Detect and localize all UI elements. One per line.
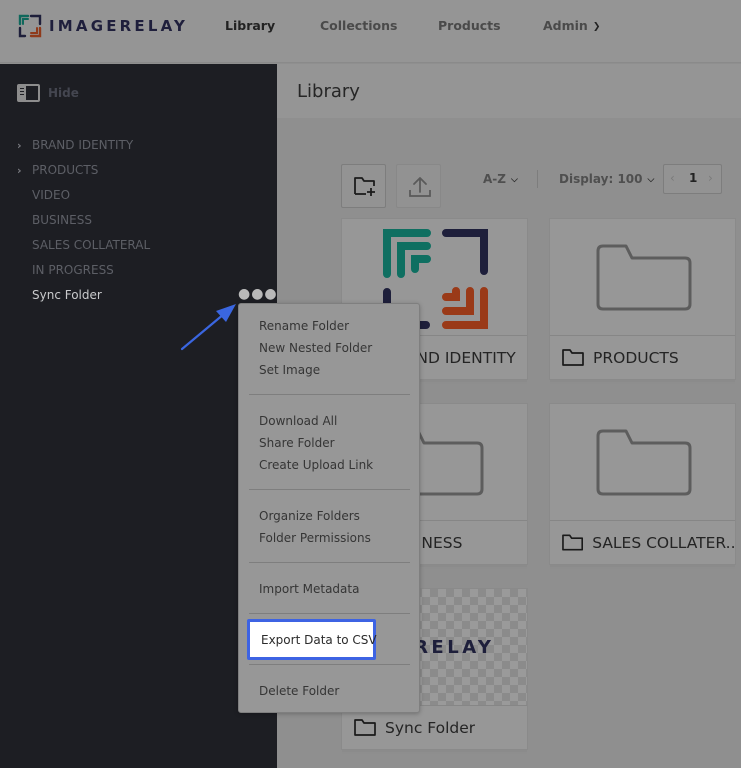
menu-item-import-metadata[interactable]: Import Metadata bbox=[259, 582, 359, 596]
folder-label: PRODUCTS bbox=[32, 163, 99, 177]
menu-item-create-upload-link[interactable]: Create Upload Link bbox=[259, 458, 373, 472]
highlighted-menu-item[interactable]: Export Data to CSV bbox=[247, 619, 377, 660]
logo-wordmark: IMAGERELAY bbox=[49, 17, 189, 35]
hide-label: Hide bbox=[48, 86, 79, 100]
sidebar-toggle-icon bbox=[17, 84, 40, 102]
folder-plus-icon bbox=[354, 177, 375, 196]
folder-caption: PRODUCTS bbox=[550, 335, 735, 379]
menu-item-folder-permissions[interactable]: Folder Permissions bbox=[259, 531, 371, 545]
hide-sidebar-button[interactable]: Hide bbox=[17, 84, 79, 102]
nav-collections[interactable]: Collections bbox=[320, 18, 397, 33]
folder-label: IN PROGRESS bbox=[32, 263, 114, 277]
menu-item-new-nested-folder[interactable]: New Nested Folder bbox=[259, 341, 372, 355]
page-title: Library bbox=[297, 81, 360, 102]
sidebar-folder-in-progress[interactable]: IN PROGRESS bbox=[0, 258, 277, 283]
folder-card-sales-collateral[interactable]: SALES COLLATER... bbox=[549, 403, 736, 565]
folder-icon bbox=[562, 349, 584, 366]
sidebar-folder-brand-identity[interactable]: › BRAND IDENTITY bbox=[0, 133, 277, 158]
imagerelay-logo-icon bbox=[18, 14, 42, 38]
folder-label: BRAND IDENTITY bbox=[32, 138, 134, 152]
sort-dropdown[interactable]: A-Z ⌵ bbox=[483, 172, 518, 186]
folder-name: Sync Folder bbox=[385, 718, 476, 737]
folder-tree: › BRAND IDENTITY › PRODUCTS VIDEO BUSINE… bbox=[0, 133, 277, 308]
sidebar-folder-sales-collateral[interactable]: SALES COLLATERAL bbox=[0, 233, 277, 258]
display-count-dropdown[interactable]: Display: 100 ⌵ bbox=[559, 172, 654, 186]
annotation-arrow-icon bbox=[180, 304, 236, 351]
menu-item-share-folder[interactable]: Share Folder bbox=[259, 436, 335, 450]
toolbar-divider bbox=[537, 170, 538, 188]
ellipsis-icon[interactable]: ●●● bbox=[238, 287, 278, 301]
menu-divider bbox=[249, 562, 410, 563]
sidebar-folder-products[interactable]: › PRODUCTS bbox=[0, 158, 277, 183]
menu-divider bbox=[249, 489, 410, 490]
page-number[interactable]: 1 bbox=[689, 171, 697, 185]
menu-item-delete-folder[interactable]: Delete Folder bbox=[259, 684, 339, 698]
chevron-down-icon: ❯ bbox=[592, 22, 601, 32]
upload-icon bbox=[409, 177, 431, 197]
menu-divider bbox=[249, 394, 410, 395]
nav-products[interactable]: Products bbox=[438, 18, 501, 33]
new-folder-button[interactable] bbox=[341, 164, 386, 208]
display-label: Display: 100 bbox=[559, 172, 643, 186]
menu-divider bbox=[249, 664, 410, 665]
folder-label: SALES COLLATERAL bbox=[32, 238, 151, 252]
folder-label: Sync Folder bbox=[32, 288, 102, 302]
nav-admin-label: Admin bbox=[543, 18, 588, 33]
main-header: Library bbox=[277, 64, 741, 118]
top-navigation: IMAGERELAY Library Collections Products … bbox=[0, 0, 741, 63]
menu-divider bbox=[249, 613, 410, 614]
nav-admin[interactable]: Admin ❯ bbox=[543, 18, 600, 33]
sidebar-folder-video[interactable]: VIDEO bbox=[0, 183, 277, 208]
folder-icon bbox=[562, 534, 584, 551]
menu-item-set-image[interactable]: Set Image bbox=[259, 363, 320, 377]
imagerelay-logo[interactable]: IMAGERELAY bbox=[18, 14, 188, 38]
menu-item-export-data-to-csv[interactable]: Export Data to CSV bbox=[261, 633, 377, 647]
pagination: ‹ 1 › bbox=[663, 164, 722, 194]
chevron-down-icon: ⌵ bbox=[510, 175, 518, 185]
folder-thumbnail bbox=[550, 404, 735, 520]
chevron-right-icon[interactable]: › bbox=[17, 158, 22, 183]
folder-label: BUSINESS bbox=[32, 213, 92, 227]
sidebar-folder-business[interactable]: BUSINESS bbox=[0, 208, 277, 233]
nav-library[interactable]: Library bbox=[225, 18, 275, 33]
folder-icon bbox=[596, 429, 692, 496]
folder-card-products[interactable]: PRODUCTS bbox=[549, 218, 736, 380]
folder-name: SALES COLLATER... bbox=[592, 533, 735, 552]
chevron-right-icon[interactable]: › bbox=[708, 171, 713, 185]
folder-caption: SALES COLLATER... bbox=[550, 520, 735, 564]
folder-icon bbox=[596, 244, 692, 311]
sort-label: A-Z bbox=[483, 172, 506, 186]
folder-name: PRODUCTS bbox=[593, 348, 679, 367]
folder-thumbnail bbox=[550, 219, 735, 335]
chevron-left-icon[interactable]: ‹ bbox=[670, 171, 675, 185]
folder-label: VIDEO bbox=[32, 188, 71, 202]
menu-item-organize-folders[interactable]: Organize Folders bbox=[259, 509, 360, 523]
chevron-right-icon[interactable]: › bbox=[17, 133, 22, 158]
chevron-down-icon: ⌵ bbox=[647, 175, 655, 185]
folder-context-menu: Rename Folder New Nested Folder Set Imag… bbox=[238, 303, 420, 713]
menu-item-download-all[interactable]: Download All bbox=[259, 414, 337, 428]
folder-icon bbox=[354, 719, 376, 736]
upload-button[interactable] bbox=[396, 164, 441, 208]
menu-item-rename-folder[interactable]: Rename Folder bbox=[259, 319, 349, 333]
